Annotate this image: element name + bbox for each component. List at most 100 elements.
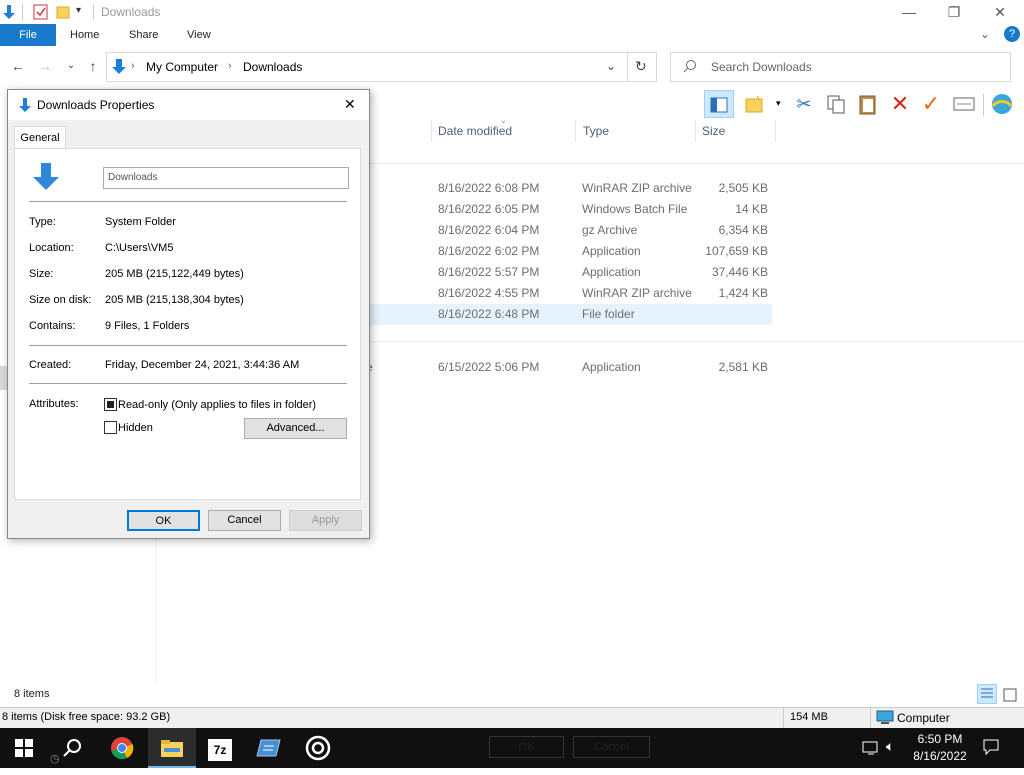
divider (22, 4, 23, 20)
taskbar: ◷ 7z OK Cancel 🔈︎ 6:50 PM 8/16/2022 (0, 728, 1024, 768)
shell-icon[interactable] (990, 90, 1014, 118)
readonly-checkbox[interactable] (104, 398, 117, 411)
network-icon[interactable] (862, 740, 880, 759)
cut-icon[interactable]: ✂ (792, 90, 816, 118)
divider (870, 708, 871, 728)
file-size: 2,581 KB (718, 360, 768, 374)
type-value: System Folder (105, 216, 176, 228)
general-tab-panel: Downloads Type: System Folder Location: … (14, 148, 361, 500)
location-value: C:\Users\VM5 (105, 242, 174, 254)
copy-icon[interactable] (824, 90, 848, 118)
file-type: gz Archive (582, 223, 638, 237)
address-bar[interactable]: › My Computer › Downloads ⌄ ↻ (106, 52, 657, 82)
apply-button[interactable]: Apply (289, 510, 362, 531)
search-placeholder: Search Downloads (711, 60, 812, 74)
details-view-icon[interactable] (977, 684, 997, 704)
start-button[interactable] (0, 728, 48, 768)
details-bar: 8 items (Disk free space: 93.2 GB) 154 M… (0, 707, 1024, 728)
column-type[interactable]: Type (583, 124, 609, 142)
tab-share[interactable]: Share (115, 24, 172, 46)
tab-file[interactable]: File (0, 24, 56, 46)
separator (29, 383, 347, 384)
clock-time[interactable]: 6:50 PM (914, 732, 966, 746)
contains-label: Contains: (29, 320, 76, 332)
readonly-label[interactable]: Read-only (Only applies to files in fold… (118, 399, 316, 411)
search-input[interactable]: Search Downloads (670, 52, 1011, 82)
dialog-title: Downloads Properties (37, 98, 155, 112)
file-date-modified: 8/16/2022 6:48 PM (438, 307, 540, 321)
7zip-icon[interactable]: 7z (196, 728, 244, 768)
minimize-button[interactable]: — (886, 0, 932, 24)
address-dropdown-icon[interactable]: ⌄ (606, 59, 616, 73)
type-label: Type: (29, 216, 56, 228)
hidden-label[interactable]: Hidden (118, 422, 153, 434)
size-value: 205 MB (215,122,449 bytes) (105, 268, 244, 280)
new-folder-icon[interactable] (56, 4, 72, 20)
hidden-checkbox[interactable] (104, 421, 117, 434)
volume-icon[interactable]: 🔈︎ (886, 738, 894, 755)
chrome-icon[interactable] (98, 728, 146, 768)
cancel-button[interactable]: Cancel (208, 510, 281, 531)
file-date-modified: 8/16/2022 6:05 PM (438, 202, 540, 216)
size-label: Size: (29, 268, 54, 280)
downloads-arrow-icon (2, 4, 18, 20)
folder-downloads-icon (31, 161, 61, 194)
obs-icon[interactable] (294, 728, 342, 768)
item-count: 8 items (14, 688, 50, 700)
computer-icon (876, 710, 894, 729)
large-icons-view-icon[interactable] (1001, 686, 1019, 704)
divider (983, 94, 984, 116)
properties-icon[interactable] (33, 4, 49, 20)
tab-view[interactable]: View (173, 24, 225, 46)
back-button[interactable]: ← (8, 56, 28, 76)
file-size: 37,446 KB (711, 265, 768, 279)
customize-toolbar-icon[interactable]: ▾ (76, 5, 81, 16)
advanced-button[interactable]: Advanced... (244, 418, 347, 439)
breadcrumb-downloads[interactable]: Downloads (243, 60, 302, 74)
file-explorer-icon[interactable] (148, 728, 196, 768)
indeterminate-mark (107, 401, 114, 408)
new-item-dropdown-icon[interactable]: ▾ (776, 98, 781, 109)
tab-general[interactable]: General (14, 126, 66, 149)
column-divider (575, 120, 576, 142)
file-type: WinRAR ZIP archive (582, 181, 692, 195)
ribbon-expand-icon[interactable]: ⌄ (980, 27, 990, 41)
recent-locations-button[interactable]: ⌄ (61, 56, 81, 76)
breadcrumb-my-computer[interactable]: My Computer (146, 60, 218, 74)
command-toolbar: ▾ ✂ ✕ ✓ (700, 90, 1024, 120)
breadcrumb-chevron-icon: › (228, 60, 232, 72)
file-type: Application (582, 265, 641, 279)
tab-home[interactable]: Home (56, 24, 113, 46)
dialog-close-button[interactable]: ✕ (344, 96, 356, 113)
help-icon[interactable]: ? (1004, 26, 1020, 42)
properties-dialog: Downloads Properties ✕ General Downloads… (7, 89, 370, 539)
new-folder-icon[interactable] (744, 90, 768, 118)
created-label: Created: (29, 359, 72, 371)
preview-pane-icon[interactable] (704, 90, 734, 118)
file-date-modified: 6/15/2022 5:06 PM (438, 360, 540, 374)
paste-icon[interactable] (856, 90, 880, 118)
file-date-modified: 8/16/2022 6:02 PM (438, 244, 540, 258)
size-on-disk-value: 205 MB (215,138,304 bytes) (105, 294, 244, 306)
delete-icon[interactable]: ✕ (888, 90, 912, 118)
folder-name-field[interactable]: Downloads (103, 167, 349, 189)
action-center-icon[interactable] (982, 738, 1000, 759)
maximize-button[interactable]: ❐ (931, 0, 977, 24)
file-date-modified: 8/16/2022 6:08 PM (438, 181, 540, 195)
ghost-ok-button: OK (489, 736, 564, 758)
file-date-modified: 8/16/2022 6:04 PM (438, 223, 540, 237)
up-button[interactable]: ↑ (83, 56, 103, 76)
select-all-icon[interactable]: ✓ (919, 90, 943, 118)
file-date-modified: 8/16/2022 5:57 PM (438, 265, 540, 279)
close-button[interactable]: ✕ (977, 0, 1023, 24)
clock-date[interactable]: 8/16/2022 (910, 749, 970, 763)
file-type: WinRAR ZIP archive (582, 286, 692, 300)
column-size[interactable]: Size (702, 124, 725, 142)
forward-button[interactable]: → (35, 56, 55, 76)
rename-icon[interactable] (952, 90, 976, 118)
column-date-modified[interactable]: Date modified (438, 124, 512, 142)
ok-button[interactable]: OK (127, 510, 200, 531)
file-type: File folder (582, 307, 635, 321)
refresh-button[interactable]: ↻ (635, 58, 647, 75)
remote-desktop-icon[interactable] (245, 728, 293, 768)
